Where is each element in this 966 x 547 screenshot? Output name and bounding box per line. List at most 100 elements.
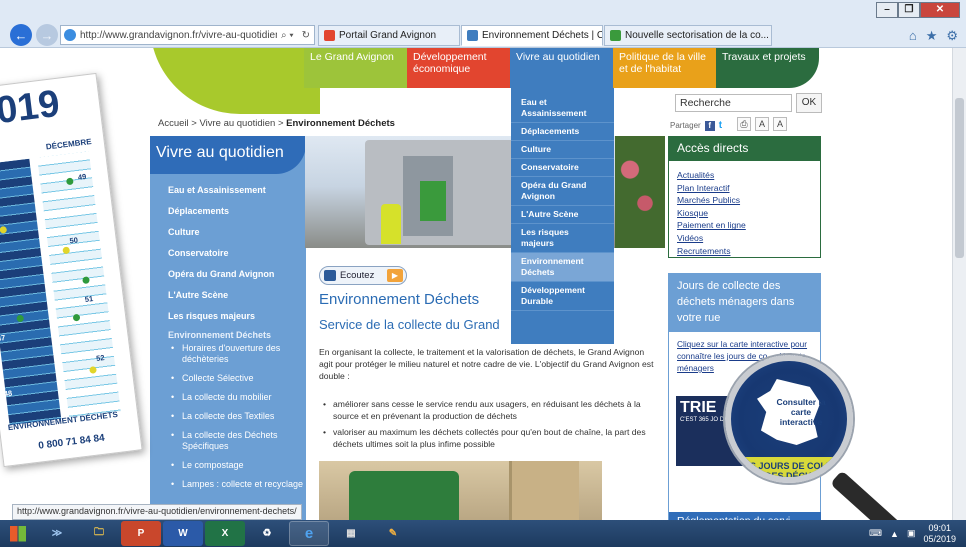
link-actualites[interactable]: Actualités — [677, 169, 812, 182]
address-bar[interactable]: http://www.grandavignon.fr/vivre-au-quot… — [60, 25, 315, 45]
forward-button[interactable]: → — [36, 24, 58, 46]
scrollbar-thumb[interactable] — [955, 98, 964, 258]
breadcrumb-section[interactable]: Vivre au quotidien — [199, 118, 275, 129]
sidebar-subitem-dechets-specifiques[interactable]: La collecte des Déchets Spécifiques — [168, 430, 306, 452]
dropdown-item-risques[interactable]: Les risques majeurs — [511, 224, 614, 253]
word-icon[interactable]: W — [163, 521, 203, 546]
start-button[interactable] — [0, 520, 36, 547]
sidebar-subitem-collecte-selective[interactable]: Collecte Sélective — [168, 373, 306, 384]
close-window-button[interactable]: ✕ — [920, 2, 960, 18]
sidebar-item-culture[interactable]: Culture — [168, 222, 306, 243]
favorites-star-icon[interactable]: ★ — [926, 28, 938, 44]
dropdown-item-deplacements[interactable]: Déplacements — [511, 123, 614, 141]
jours-title: Jours de collecte des déchets ménagers d… — [669, 274, 820, 332]
text-tools: ⎙ A A — [737, 117, 787, 131]
nav-developpement-economique[interactable]: Développement économique — [407, 48, 510, 88]
search-dropdown-icon[interactable]: ⌕ ▾ — [277, 30, 298, 41]
sidebar-subitem-textiles[interactable]: La collecte des Textiles — [168, 411, 306, 422]
list-item: améliorer sans cesse le service rendu au… — [323, 398, 653, 422]
photo-green-bin — [319, 461, 602, 520]
dropdown-item-autre-scene[interactable]: L'Autre Scène — [511, 206, 614, 224]
nav-vivre-au-quotidien[interactable]: Vivre au quotidien — [510, 48, 613, 88]
sidebar-item-environnement[interactable]: Environnement Déchets — [168, 327, 306, 343]
powershell-icon[interactable]: ≫ — [37, 521, 77, 546]
play-icon[interactable]: ▶ — [387, 269, 403, 282]
recycle-bin-icon[interactable]: ♻ — [247, 521, 287, 546]
sidebar-item-opera[interactable]: Opéra du Grand Avignon — [168, 264, 306, 285]
home-icon[interactable]: ⌂ — [909, 28, 917, 44]
settings-gear-icon[interactable]: ⚙ — [946, 28, 958, 44]
excel-icon[interactable]: X — [205, 521, 245, 546]
nav-grand-avignon[interactable]: Le Grand Avignon — [304, 48, 407, 88]
link-marches-publics[interactable]: Marchés Publics — [677, 194, 812, 207]
dropdown-item-opera[interactable]: Opéra du Grand Avignon — [511, 177, 614, 206]
page-subtitle: Service de la collecte du Grand — [319, 317, 500, 332]
tray-expand-icon[interactable]: ▲ — [890, 529, 899, 539]
sidebar-item-deplacements[interactable]: Déplacements — [168, 201, 306, 222]
tab-sectorisation[interactable]: Nouvelle sectorisation de la co... — [604, 25, 772, 46]
tab-portail[interactable]: Portail Grand Avignon — [318, 25, 460, 46]
url-text[interactable]: http://www.grandavignon.fr/vivre-au-quot… — [80, 30, 277, 41]
top-navigation: Le Grand Avignon Développement économiqu… — [304, 48, 819, 88]
link-paiement[interactable]: Paiement en ligne — [677, 219, 812, 232]
calculator-icon[interactable]: ▦ — [331, 521, 371, 546]
week-number: 48 — [3, 388, 13, 399]
tab-favicon-icon — [610, 30, 621, 41]
list-item: valoriser au maximum les déchets collect… — [323, 426, 653, 450]
ie-favicon-icon — [64, 29, 76, 41]
twitter-icon[interactable]: t — [719, 120, 722, 131]
listen-button[interactable]: Ecoutez ▶ — [319, 266, 407, 285]
sidebar-menu: Eau et Assainissement Déplacements Cultu… — [150, 174, 306, 490]
minimize-button[interactable]: – — [876, 2, 898, 18]
facebook-icon[interactable]: f — [704, 120, 715, 131]
sidebar-subitem-horaires[interactable]: Horaires d'ouverture des déchèteries — [168, 343, 306, 365]
sidebar-subitem-lampes[interactable]: Lampes : collecte et recyclage — [168, 479, 306, 490]
print-icon[interactable]: ⎙ — [737, 117, 751, 131]
search-input[interactable]: Recherche — [675, 94, 792, 112]
link-plan-interactif[interactable]: Plan Interactif — [677, 182, 812, 195]
reglementation-link[interactable]: Réglementation du servi — [669, 512, 821, 520]
refresh-icon[interactable]: ↻ — [298, 30, 314, 41]
site-logo[interactable] — [150, 48, 320, 114]
internet-explorer-icon[interactable]: e — [289, 521, 329, 546]
maximize-button[interactable]: ❐ — [898, 2, 920, 18]
link-videos[interactable]: Vidéos — [677, 232, 812, 245]
clock[interactable]: 09:01 05/2019 — [923, 523, 956, 545]
dropdown-item-conservatoire[interactable]: Conservatoire — [511, 159, 614, 177]
tab-label: Portail Grand Avignon — [339, 30, 437, 41]
vertical-scrollbar[interactable] — [952, 48, 966, 520]
text-larger-icon[interactable]: A — [773, 117, 787, 131]
acces-title: Accès directs — [669, 137, 820, 161]
sidebar-item-conservatoire[interactable]: Conservatoire — [168, 243, 306, 264]
paint-icon[interactable]: ✎ — [373, 521, 413, 546]
browser-toolbar-icons: ⌂ ★ ⚙ — [909, 28, 958, 44]
link-recrutements[interactable]: Recrutements — [677, 245, 812, 258]
system-tray: ⌨ ▲ ▣ 09:01 05/2019 — [869, 523, 966, 545]
sidebar-item-autre-scene[interactable]: L'Autre Scène — [168, 285, 306, 306]
dropdown-item-eau[interactable]: Eau et Assainissement — [511, 94, 614, 123]
sidebar-item-risques[interactable]: Les risques majeurs — [168, 306, 306, 327]
acces-links: Actualités Plan Interactif Marchés Publi… — [669, 161, 820, 265]
sidebar-item-eau[interactable]: Eau et Assainissement — [168, 180, 306, 201]
flowers-shape — [615, 136, 665, 248]
powerpoint-icon[interactable]: P — [121, 521, 161, 546]
dropdown-item-culture[interactable]: Culture — [511, 141, 614, 159]
week-number: 49 — [77, 171, 87, 182]
dropdown-item-developpement-durable[interactable]: Développement Durable — [511, 282, 614, 311]
link-kiosque[interactable]: Kiosque — [677, 207, 812, 220]
week-number: 51 — [84, 293, 94, 304]
file-explorer-icon[interactable]: 🗀 — [79, 521, 119, 546]
nav-politique-ville[interactable]: Politique de la ville et de l'habitat — [613, 48, 716, 88]
search-ok-button[interactable]: OK — [796, 93, 822, 113]
network-icon[interactable]: ▣ — [907, 528, 916, 539]
dropdown-item-environnement[interactable]: Environnement Déchets — [511, 253, 614, 282]
tab-environnement[interactable]: Environnement Déchets | C... ✕ — [461, 25, 603, 46]
keyboard-icon[interactable]: ⌨ — [869, 528, 882, 539]
sidebar-subitem-compostage[interactable]: Le compostage — [168, 460, 306, 471]
text-smaller-icon[interactable]: A — [755, 117, 769, 131]
sidebar-subitem-mobilier[interactable]: La collecte du mobilier — [168, 392, 306, 403]
back-button[interactable]: ← — [10, 24, 32, 46]
breadcrumb-sep: > — [275, 118, 287, 129]
breadcrumb-home[interactable]: Accueil — [158, 118, 189, 129]
nav-travaux-projets[interactable]: Travaux et projets — [716, 48, 819, 88]
